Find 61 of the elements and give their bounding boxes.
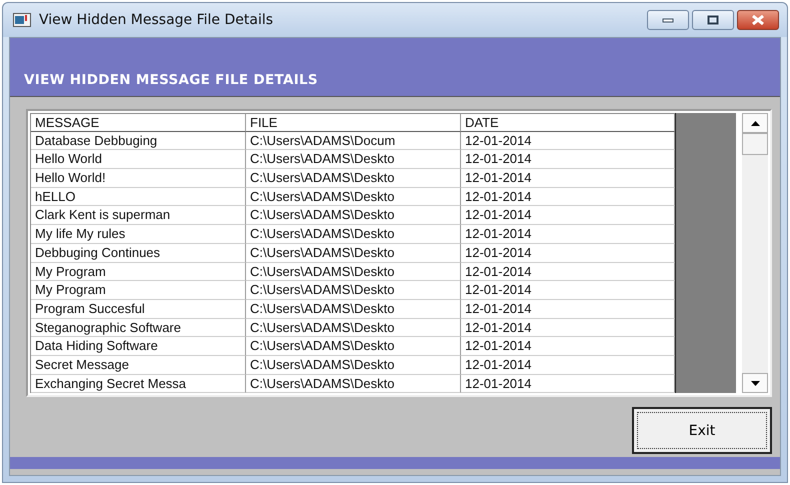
table-cell: 12-01-2014 [461, 132, 675, 150]
table-cell: C:\Users\ADAMS\Deskto [246, 356, 461, 375]
table-cell: 12-01-2014 [461, 281, 675, 300]
table-cell: C:\Users\ADAMS\Deskto [246, 262, 461, 282]
table-cell: Hello World! [31, 169, 246, 188]
table-cell: Database Debbuging [31, 132, 246, 150]
table-cell: C:\Users\ADAMS\Deskto [246, 150, 461, 170]
table-cell: 12-01-2014 [461, 244, 675, 262]
table-cell: C:\Users\ADAMS\Deskto [246, 318, 461, 338]
table-cell: 12-01-2014 [461, 318, 675, 338]
table-cell: 12-01-2014 [461, 300, 675, 319]
header-title: VIEW HIDDEN MESSAGE FILE DETAILS [24, 72, 318, 88]
table-cell: Debbuging Continues [31, 244, 246, 262]
scroll-down-button[interactable] [742, 373, 768, 393]
up-arrow-icon [750, 120, 760, 126]
table-cell: 12-01-2014 [461, 188, 675, 206]
table-cell: C:\Users\ADAMS\Deskto [246, 169, 461, 188]
table-cell: My Program [31, 262, 246, 282]
table-cell: 12-01-2014 [461, 262, 675, 282]
table-cell: Steganographic Software [31, 318, 246, 338]
close-button[interactable] [737, 10, 779, 30]
maximize-button[interactable] [692, 10, 734, 30]
column-header[interactable]: FILE [246, 113, 461, 132]
exit-button[interactable]: Exit [632, 407, 772, 454]
table-cell: My Program [31, 281, 246, 300]
table-cell: Hello World [31, 150, 246, 170]
table-cell: C:\Users\ADAMS\Deskto [246, 244, 461, 262]
scroll-up-button[interactable] [742, 113, 768, 133]
table-cell: C:\Users\ADAMS\Deskto [246, 206, 461, 226]
minimize-button[interactable] [647, 10, 689, 30]
table-cell: hELLO [31, 188, 246, 206]
table-cell: Secret Message [31, 356, 246, 375]
table-cell: 12-01-2014 [461, 337, 675, 356]
table-cell: C:\Users\ADAMS\Docum [246, 132, 461, 150]
table-cell: Program Succesful [31, 300, 246, 319]
table-cell: 12-01-2014 [461, 206, 675, 226]
table-cell: Data Hiding Software [31, 337, 246, 356]
column-header[interactable]: MESSAGE [31, 113, 246, 132]
table-cell: 12-01-2014 [461, 225, 675, 244]
table-cell: C:\Users\ADAMS\Deskto [246, 281, 461, 300]
table-cell: C:\Users\ADAMS\Deskto [246, 188, 461, 206]
close-icon [751, 15, 765, 25]
table-cell: 12-01-2014 [461, 150, 675, 170]
table-cell: Exchanging Secret Messa [31, 374, 246, 394]
scroll-thumb[interactable] [742, 133, 768, 155]
table-cell: C:\Users\ADAMS\Deskto [246, 225, 461, 244]
table-cell: C:\Users\ADAMS\Deskto [246, 300, 461, 319]
table-cell: C:\Users\ADAMS\Deskto [246, 374, 461, 394]
down-arrow-icon [750, 380, 760, 386]
table-cell: 12-01-2014 [461, 356, 675, 375]
table-cell: 12-01-2014 [461, 374, 675, 394]
window-title: View Hidden Message File Details [39, 12, 274, 28]
window-icon [13, 13, 31, 27]
table-cell: Clark Kent is superman [31, 206, 246, 226]
table-cell: C:\Users\ADAMS\Deskto [246, 337, 461, 356]
column-header[interactable]: DATE [461, 113, 675, 132]
minimize-icon [662, 17, 674, 23]
vertical-scrollbar[interactable] [742, 113, 768, 393]
maximize-icon [707, 15, 719, 25]
table-cell: 12-01-2014 [461, 169, 675, 188]
table-cell: My life My rules [31, 225, 246, 244]
